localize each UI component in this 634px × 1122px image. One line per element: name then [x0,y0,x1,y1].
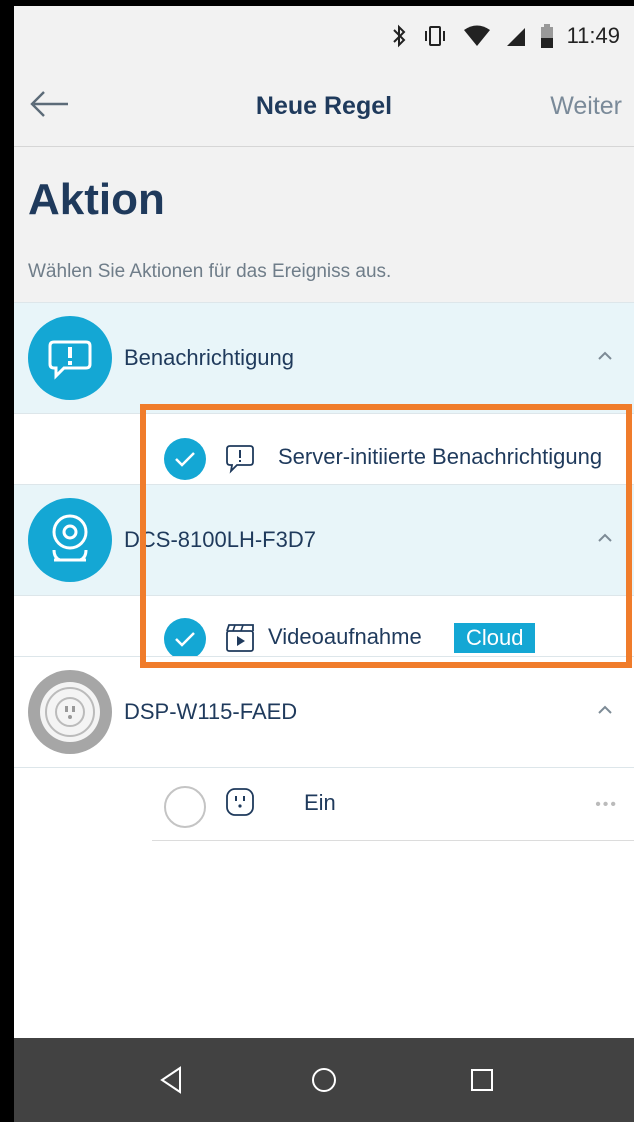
signal-icon [506,28,525,46]
battery-icon [540,24,553,48]
group-smart-plug[interactable]: DSP-W115-FAED [14,656,634,768]
action-label: Ein [304,790,336,815]
highlight-box [140,404,632,668]
recents-nav-icon[interactable] [464,1062,500,1098]
screen: 11:49 Neue Regel Weiter Aktion Wählen Si… [14,6,634,1122]
vibrate-icon [424,26,445,46]
page-title: Aktion [28,175,165,224]
plug-icon [226,788,254,816]
notification-icon [28,316,112,400]
status-bar: 11:49 [14,6,634,62]
chevron-up-icon[interactable] [596,349,614,363]
action-item[interactable]: Ein ••• [152,766,634,841]
status-time: 11:49 [566,23,620,48]
system-navigation-bar [14,1038,634,1122]
group-label: DSP-W115-FAED [124,699,298,724]
page-subtitle: Wählen Sie Aktionen für das Ereigniss au… [28,261,392,282]
chevron-up-icon[interactable] [596,703,614,717]
more-icon[interactable]: ••• [595,796,618,814]
page-header: Aktion Wählen Sie Aktionen für das Ereig… [14,147,634,302]
top-navigation-bar: Neue Regel Weiter [14,62,634,147]
smart-plug-icon [28,670,112,754]
bluetooth-icon [392,24,405,48]
group-notification[interactable]: Benachrichtigung [14,302,634,414]
unchecked-circle-icon[interactable] [164,786,206,828]
back-nav-icon[interactable] [154,1062,190,1098]
camera-icon [28,498,112,582]
next-button[interactable]: Weiter [550,92,622,121]
group-label: Benachrichtigung [124,345,295,370]
home-nav-icon[interactable] [306,1062,342,1098]
wifi-icon [463,25,490,46]
nav-title: Neue Regel [255,92,393,120]
